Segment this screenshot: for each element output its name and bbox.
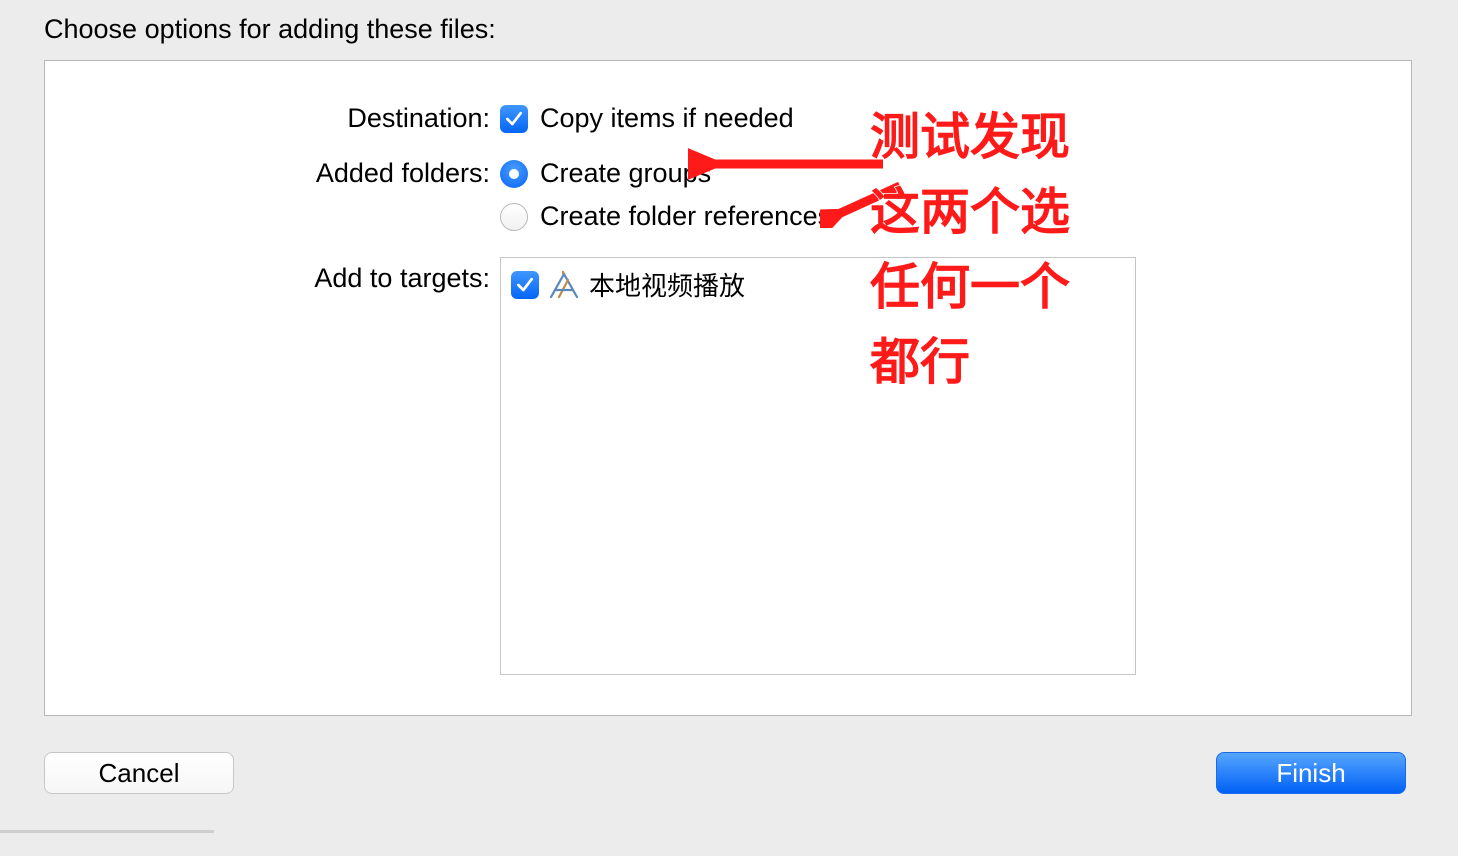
added-folders-label: Added folders: [45,158,500,189]
app-icon [549,271,579,299]
finish-button[interactable]: Finish [1216,752,1406,794]
target-name: 本地视频播放 [589,266,745,303]
add-to-targets-label: Add to targets: [45,257,500,294]
create-groups-radio[interactable] [500,160,528,188]
annotation-text: 测试发现 这两个选 任何一个 都行 [870,100,1070,400]
copy-items-checkbox[interactable] [500,105,528,133]
dialog-title: Choose options for adding these files: [44,14,496,45]
check-icon [515,275,535,295]
destination-label: Destination: [45,103,500,134]
copy-items-label: Copy items if needed [540,103,794,134]
check-icon [504,109,524,129]
cancel-button[interactable]: Cancel [44,752,234,794]
options-panel: Destination: Copy items if needed Added … [44,60,1412,716]
create-folder-refs-radio[interactable] [500,203,528,231]
create-groups-label: Create groups [540,158,711,189]
footer-divider [0,830,214,833]
target-checkbox[interactable] [511,271,539,299]
create-folder-refs-label: Create folder references [540,201,831,232]
